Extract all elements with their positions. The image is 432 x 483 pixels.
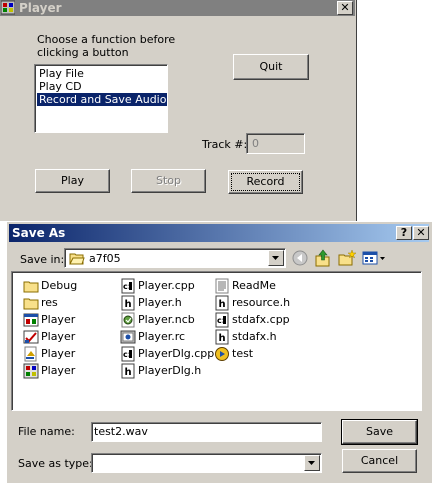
header-file-icon: h <box>121 363 135 379</box>
file-item-name: Player <box>41 313 76 326</box>
header-file-icon: h <box>215 295 229 311</box>
player-title-bar[interactable]: Player ✕ <box>0 0 355 16</box>
chevron-down-icon <box>272 256 279 260</box>
track-input[interactable]: 0 <box>246 133 305 154</box>
file-item-name: Player.h <box>138 296 182 309</box>
cpp-file-icon: c: <box>121 278 135 294</box>
folder-open-icon <box>69 253 85 265</box>
file-item-name: resource.h <box>232 296 291 309</box>
chevron-down-icon <box>308 461 315 465</box>
track-label: Track #: <box>202 138 248 151</box>
back-button[interactable] <box>290 248 312 268</box>
cpp-file-icon: c: <box>215 312 229 328</box>
text-file-icon <box>215 278 229 294</box>
header-file-icon: h <box>215 329 229 345</box>
project-file-icon <box>23 330 39 344</box>
header-file-icon: h <box>121 295 135 311</box>
list-item-record-and-save-audio[interactable]: Record and Save Audio <box>37 93 167 106</box>
save-in-combo[interactable]: a7f05 <box>64 248 286 268</box>
file-item-name: Debug <box>41 279 78 292</box>
file-item-name: res <box>41 296 58 309</box>
view-menu-button[interactable] <box>361 248 387 268</box>
close-icon: ✕ <box>340 1 350 14</box>
instructions-text: Choose a function before clicking a butt… <box>37 33 176 59</box>
record-button[interactable]: Record <box>228 170 303 194</box>
save-as-type-label: Save as type: <box>18 457 93 470</box>
stop-button[interactable]: Stop <box>131 169 206 193</box>
file-item-name: Player.cpp <box>138 279 195 292</box>
workspace-file-icon <box>23 313 39 327</box>
file-item-name: stdafx.h <box>232 330 277 343</box>
svg-text:h: h <box>125 299 132 310</box>
help-icon: ? <box>400 226 408 239</box>
help-button[interactable]: ? <box>396 226 412 240</box>
file-item-name: test <box>232 347 254 360</box>
back-arrow-icon <box>292 250 308 266</box>
save-button[interactable]: Save <box>341 419 418 445</box>
folder-icon <box>23 298 39 310</box>
file-item-name: PlayerDlg.h <box>138 364 202 377</box>
file-item-name: ReadMe <box>232 279 276 292</box>
ncb-file-icon <box>121 312 135 328</box>
file-name-value: test2.wav <box>94 425 148 438</box>
file-item-name: Player.ncb <box>138 313 195 326</box>
file-item-name: Player <box>41 364 76 377</box>
player-title: Player <box>19 1 62 15</box>
save-as-title-bar[interactable]: Save As ? ✕ <box>9 224 429 242</box>
new-folder-icon <box>338 249 357 266</box>
options-file-icon <box>24 346 37 362</box>
file-item-name: stdafx.cpp <box>232 313 290 326</box>
svg-text:h: h <box>125 367 132 378</box>
file-item-name: Player <box>41 347 76 360</box>
app-icon <box>1 0 15 15</box>
file-item-name: Player.rc <box>138 330 186 343</box>
function-listbox[interactable]: Play File Play CD Record and Save Audio <box>34 64 168 133</box>
svg-text:h: h <box>219 299 226 310</box>
file-item-name: Player <box>41 330 76 343</box>
save-as-title: Save As <box>12 226 66 240</box>
media-file-icon <box>215 347 229 361</box>
up-folder-icon <box>315 249 330 267</box>
file-item-name: PlayerDlg.cpp <box>138 347 215 360</box>
player-window: Player ✕ Choose a function before clicki… <box>0 0 357 221</box>
player-close-button[interactable]: ✕ <box>337 1 353 15</box>
save-in-label: Save in: <box>20 253 65 266</box>
save-as-type-dropdown-button[interactable] <box>304 455 320 471</box>
save-as-close-button[interactable]: ✕ <box>413 226 429 240</box>
save-in-dropdown-button[interactable] <box>268 250 284 266</box>
save-as-type-select[interactable] <box>91 453 322 473</box>
cancel-button[interactable]: Cancel <box>342 449 417 473</box>
close-icon: ✕ <box>416 226 426 239</box>
quit-button[interactable]: Quit <box>233 54 309 80</box>
application-icon <box>23 363 39 379</box>
file-name-input[interactable]: test2.wav <box>91 422 322 442</box>
save-in-value: a7f05 <box>89 252 121 265</box>
cpp-file-icon: c: <box>121 346 135 362</box>
list-item-play-cd[interactable]: Play CD <box>37 80 84 93</box>
save-as-dialog: Save As ? ✕ Save in: a7f05 Debug res Pla… <box>6 221 432 483</box>
folder-icon <box>23 281 39 293</box>
list-item-play-file[interactable]: Play File <box>37 67 86 80</box>
file-list[interactable]: Debug res Player Player Player Player c: Player… <box>11 271 422 411</box>
file-name-label: File name: <box>18 425 75 438</box>
play-button[interactable]: Play <box>35 169 110 193</box>
view-menu-icon <box>362 251 385 265</box>
up-one-level-button[interactable] <box>313 248 335 268</box>
resource-script-icon <box>120 330 136 344</box>
new-folder-button[interactable] <box>337 248 359 268</box>
svg-text:h: h <box>219 333 226 344</box>
track-value: 0 <box>252 137 259 150</box>
